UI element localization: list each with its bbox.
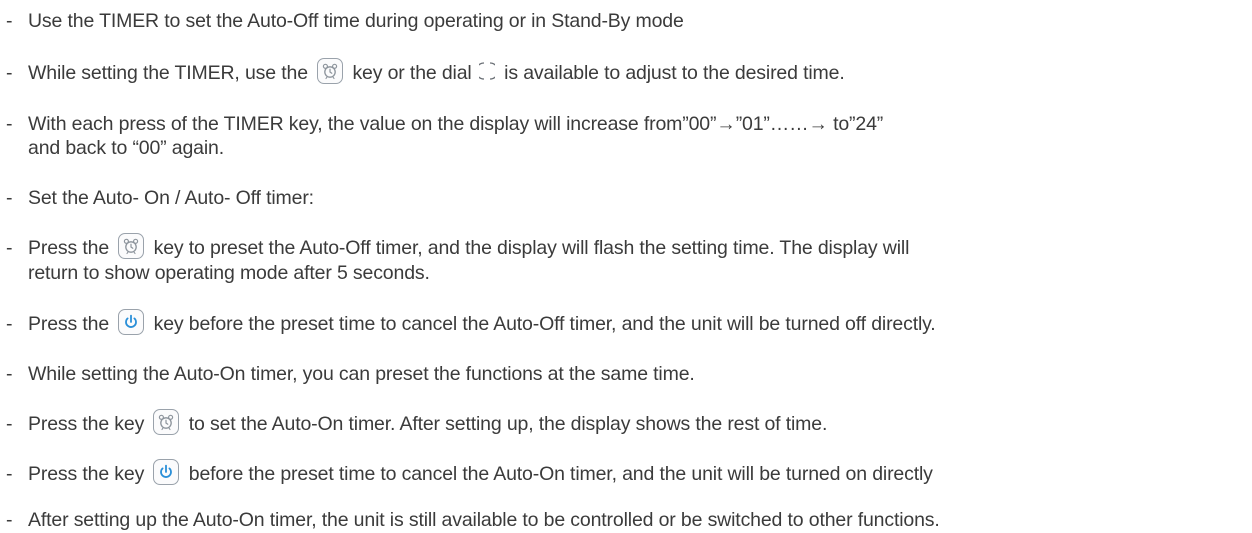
instruction-text: Set the Auto- On / Auto- Off timer: (28, 187, 314, 209)
instruction-text: key to preset the Auto-Off timer, and th… (153, 237, 910, 259)
instruction-text: Use the TIMER to set the Auto-Off time d… (28, 10, 684, 32)
bullet-dash: - (6, 237, 13, 259)
instruction-continuation: and back to “00” again. (28, 137, 225, 159)
instruction-text: Press the key (28, 463, 145, 485)
bullet-dash: - (6, 509, 13, 531)
instruction-text: Press the (28, 313, 110, 335)
timer-key-icon (317, 57, 344, 84)
timer-instructions: - Use the TIMER to set the Auto-Off time… (0, 0, 1252, 533)
timer-key-icon (153, 408, 180, 435)
instruction-text: to set the Auto-On timer. After setting … (188, 413, 828, 435)
power-key-icon (118, 308, 145, 335)
bullet-dash: - (6, 10, 13, 32)
instruction-text: key or the dial (352, 62, 472, 84)
instruction-continuation: return to show operating mode after 5 se… (28, 262, 430, 284)
dial-icon (478, 62, 495, 80)
bullet-dash: - (6, 463, 13, 485)
instruction-text: Press the key (28, 413, 145, 435)
bullet-dash: - (6, 313, 13, 335)
bullet-dash: - (6, 62, 13, 84)
instruction-text: While setting the Auto-On timer, you can… (28, 363, 695, 385)
bullet-dash: - (6, 363, 13, 385)
bullet-dash: - (6, 413, 13, 435)
instruction-text: After setting up the Auto-On timer, the … (28, 509, 940, 531)
instruction-text: With each press of the TIMER key, the va… (28, 113, 884, 135)
bullet-dash: - (6, 113, 13, 135)
instruction-text: key before the preset time to cancel the… (153, 313, 936, 335)
instruction-text: While setting the TIMER, use the (28, 62, 308, 84)
bullet-dash: - (6, 187, 13, 209)
instruction-text: before the preset time to cancel the Aut… (188, 463, 933, 485)
instruction-text: is available to adjust to the desired ti… (504, 62, 845, 84)
instruction-text: Press the (28, 237, 110, 259)
power-key-icon (153, 458, 180, 485)
timer-key-icon (118, 232, 145, 259)
